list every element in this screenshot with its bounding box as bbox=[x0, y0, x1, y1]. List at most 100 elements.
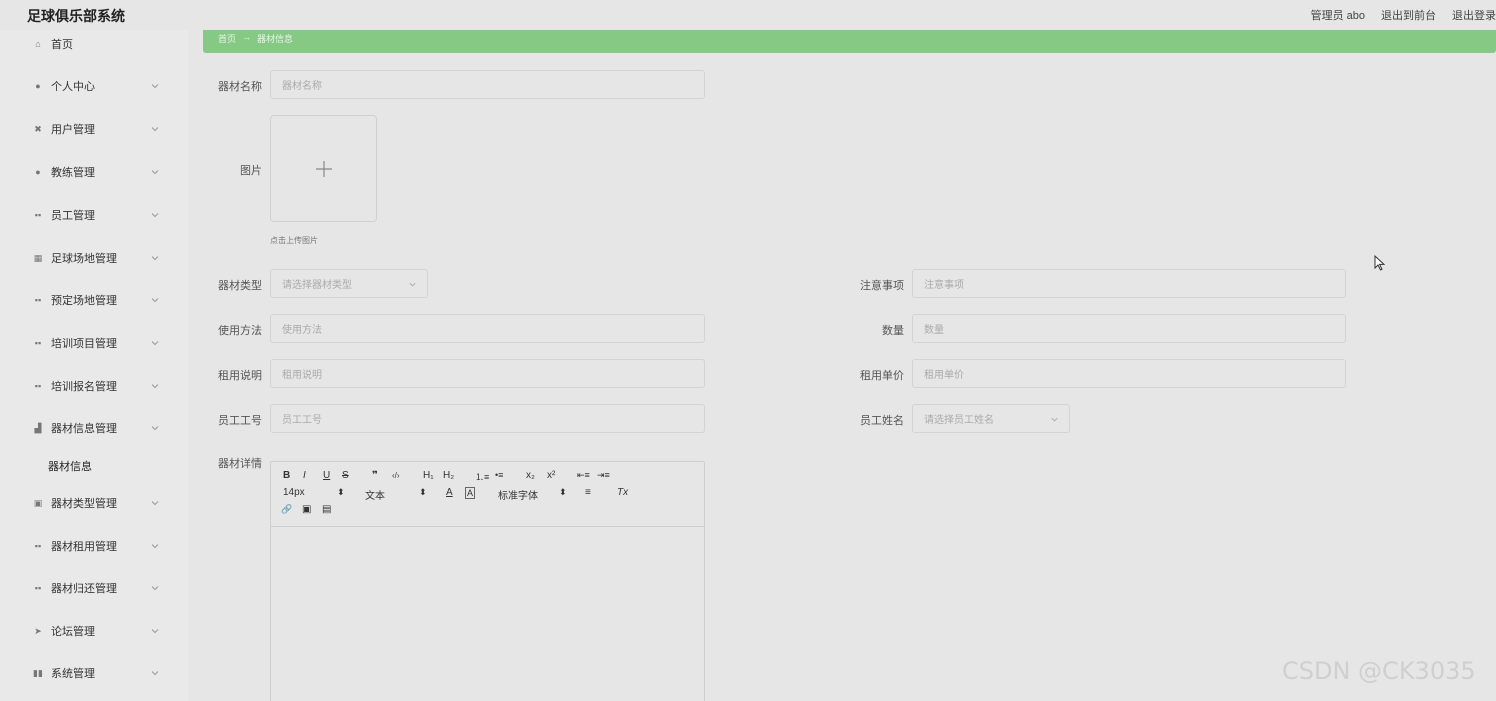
rent-desc-label: 租用说明 bbox=[218, 370, 262, 382]
sidebar-item-home[interactable]: ⌂ 首页 bbox=[0, 30, 188, 58]
updown-icon: ⬍ bbox=[337, 487, 345, 497]
code-button[interactable]: ‹/› bbox=[392, 471, 400, 480]
subscript-button[interactable]: x₂ bbox=[526, 470, 535, 481]
header-select[interactable]: 文本 bbox=[365, 487, 385, 502]
chevron-down-icon bbox=[151, 586, 159, 591]
main-content: 首页 → 器材信息 器材名称 器材名称 图片 点击上传图片 器材类型 请选择器材… bbox=[188, 30, 1496, 701]
usage-label: 使用方法 bbox=[218, 325, 262, 337]
bullet-list-button[interactable]: •≡ bbox=[495, 470, 503, 480]
chevron-down-icon bbox=[151, 544, 159, 549]
chevron-down-icon bbox=[151, 501, 159, 506]
name-input[interactable]: 器材名称 bbox=[270, 70, 705, 99]
updown-icon: ⬍ bbox=[419, 487, 427, 497]
sidebar-item-label: 个人中心 bbox=[51, 81, 95, 93]
name-label: 器材名称 bbox=[218, 81, 262, 93]
image-upload[interactable] bbox=[270, 115, 377, 222]
image-label: 图片 bbox=[240, 165, 262, 177]
grid-icon: ▪▪ bbox=[34, 583, 42, 593]
top-header: 足球俱乐部系统 管理员 abo 退出到前台 退出登录 bbox=[0, 0, 1496, 30]
align-button[interactable]: ≡ bbox=[585, 487, 591, 498]
sidebar-item-equipment-rent[interactable]: ▪▪ 器材租用管理 bbox=[0, 532, 188, 560]
exit-to-front-link[interactable]: 退出到前台 bbox=[1381, 7, 1436, 23]
video-icon[interactable]: ▤ bbox=[322, 504, 331, 515]
chevron-down-icon bbox=[151, 256, 159, 261]
updown-icon: ⬍ bbox=[559, 487, 567, 497]
grid-icon: ▪▪ bbox=[34, 541, 42, 551]
sidebar-item-fields[interactable]: ▦ 足球场地管理 bbox=[0, 244, 188, 272]
sidebar-item-staff[interactable]: ▪▪ 员工管理 bbox=[0, 201, 188, 229]
sidebar-item-profile[interactable]: ● 个人中心 bbox=[0, 72, 188, 100]
clean-format-button[interactable]: Tx bbox=[617, 487, 628, 498]
sidebar-item-label: 器材类型管理 bbox=[51, 498, 117, 510]
italic-button[interactable]: I bbox=[303, 470, 306, 481]
outdent-button[interactable]: ⇤≡ bbox=[577, 470, 590, 481]
chevron-down-icon bbox=[151, 170, 159, 175]
bold-button[interactable]: B bbox=[283, 470, 290, 481]
type-select-placeholder: 请选择器材类型 bbox=[282, 280, 352, 291]
chevron-down-icon bbox=[151, 298, 159, 303]
chart-icon: ▟ bbox=[34, 422, 42, 433]
chevron-down-icon bbox=[1051, 417, 1058, 422]
watermark: CSDN @CK3035 bbox=[1282, 657, 1476, 685]
sidebar-item-system[interactable]: ▮▮ 系统管理 bbox=[0, 659, 188, 687]
sidebar-item-training[interactable]: ▪▪ 培训项目管理 bbox=[0, 329, 188, 357]
background-color-button[interactable]: A bbox=[465, 487, 476, 499]
indent-button[interactable]: ⇥≡ bbox=[597, 470, 610, 481]
staff-name-select[interactable]: 请选择员工姓名 bbox=[912, 404, 1070, 433]
sidebar-item-equipment-type[interactable]: ▣ 器材类型管理 bbox=[0, 489, 188, 517]
sidebar-item-label: 预定场地管理 bbox=[51, 295, 117, 307]
users-icon: ✖ bbox=[34, 123, 42, 134]
notes-label: 注意事项 bbox=[860, 280, 904, 292]
sidebar-item-label: 器材信息管理 bbox=[51, 423, 117, 435]
rent-desc-input[interactable]: 租用说明 bbox=[270, 359, 705, 388]
staff-no-label: 员工工号 bbox=[218, 415, 262, 427]
sidebar-item-label: 首页 bbox=[51, 39, 73, 51]
sidebar-item-equipment[interactable]: ▟ 器材信息管理 bbox=[0, 414, 188, 442]
blockquote-button[interactable]: ❞ bbox=[372, 470, 378, 481]
sidebar-item-enrollment[interactable]: ▪▪ 培训报名管理 bbox=[0, 372, 188, 400]
submenu-item-equipment-info[interactable]: 器材信息 bbox=[48, 458, 92, 474]
usage-input[interactable]: 使用方法 bbox=[270, 314, 705, 343]
chevron-down-icon bbox=[151, 384, 159, 389]
sidebar-item-booking[interactable]: ▪▪ 预定场地管理 bbox=[0, 286, 188, 314]
staff-no-input[interactable]: 员工工号 bbox=[270, 404, 705, 433]
quantity-label: 数量 bbox=[882, 325, 904, 337]
breadcrumb-home[interactable]: 首页 bbox=[218, 32, 236, 45]
type-select[interactable]: 请选择器材类型 bbox=[270, 269, 428, 298]
superscript-button[interactable]: x² bbox=[547, 470, 555, 481]
breadcrumb-separator: → bbox=[242, 32, 252, 42]
header-links: 管理员 abo 退出到前台 退出登录 bbox=[1311, 7, 1496, 23]
clipboard-icon: ▣ bbox=[33, 497, 43, 508]
notes-input[interactable]: 注意事项 bbox=[912, 269, 1346, 298]
sidebar-item-users[interactable]: ✖ 用户管理 bbox=[0, 115, 188, 143]
strike-button[interactable]: S bbox=[342, 470, 349, 481]
chevron-down-icon bbox=[151, 629, 159, 634]
plus-icon bbox=[316, 161, 332, 177]
text-color-button[interactable]: A bbox=[446, 487, 453, 498]
staff-name-placeholder: 请选择员工姓名 bbox=[924, 415, 994, 426]
sidebar-item-label: 器材归还管理 bbox=[51, 583, 117, 595]
sidebar-item-label: 员工管理 bbox=[51, 210, 95, 222]
sidebar-item-label: 培训报名管理 bbox=[51, 381, 117, 393]
chevron-down-icon bbox=[151, 426, 159, 431]
h2-button[interactable]: H₂ bbox=[443, 470, 454, 481]
current-user: 管理员 abo bbox=[1310, 10, 1365, 22]
ordered-list-button[interactable]: ⒈≡ bbox=[475, 470, 489, 483]
link-icon[interactable]: 🔗 bbox=[281, 504, 292, 515]
rent-price-input[interactable]: 租用单价 bbox=[912, 359, 1346, 388]
detail-label: 器材详情 bbox=[218, 458, 262, 470]
font-family-select[interactable]: 标准字体 bbox=[498, 487, 538, 502]
h1-button[interactable]: H₁ bbox=[423, 470, 434, 481]
sidebar-item-coaches[interactable]: ● 教练管理 bbox=[0, 158, 188, 186]
image-icon[interactable]: ▣ bbox=[302, 504, 311, 515]
font-size-select[interactable]: 14px bbox=[283, 487, 305, 498]
chevron-down-icon bbox=[151, 127, 159, 132]
sidebar-item-forum[interactable]: ➤ 论坛管理 bbox=[0, 617, 188, 645]
sidebar-item-equipment-return[interactable]: ▪▪ 器材归还管理 bbox=[0, 574, 188, 602]
logout-link[interactable]: 退出登录 bbox=[1452, 7, 1496, 23]
field-icon: ▦ bbox=[33, 252, 43, 263]
quantity-input[interactable]: 数量 bbox=[912, 314, 1346, 343]
bars-icon: ▮▮ bbox=[33, 667, 43, 678]
upload-tip: 点击上传图片 bbox=[270, 236, 318, 245]
underline-button[interactable]: U bbox=[323, 470, 330, 481]
